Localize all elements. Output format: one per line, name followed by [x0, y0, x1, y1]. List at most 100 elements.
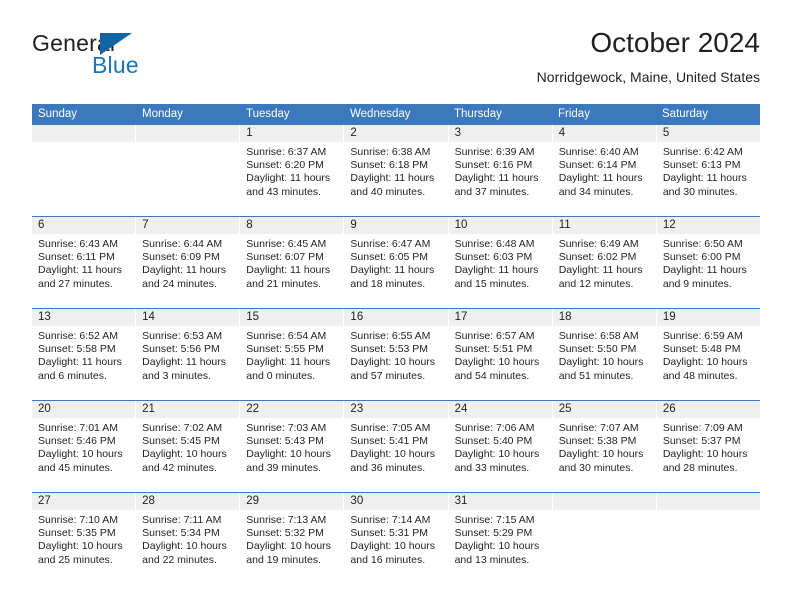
- day-number: 6: [32, 217, 136, 234]
- day-details: Sunrise: 6:44 AM Sunset: 6:09 PM Daylight:…: [136, 234, 239, 291]
- brand-logo[interactable]: General Blue: [32, 30, 232, 90]
- daylight-text: Daylight: 10 hours and 22 minutes.: [142, 540, 227, 566]
- calendar-week-row: 27 Sunrise: 7:10 AM Sunset: 5:35 PM Dayligh…: [32, 492, 760, 584]
- day-number: [656, 493, 760, 510]
- day-details: Sunrise: 6:49 AM Sunset: 6:02 PM Daylight:…: [553, 234, 656, 291]
- day-cell-empty: [656, 493, 760, 584]
- calendar-week-row: 20 Sunrise: 7:01 AM Sunset: 5:46 PM Dayligh…: [32, 400, 760, 492]
- day-details: Sunrise: 6:48 AM Sunset: 6:03 PM Daylight:…: [449, 234, 552, 291]
- sunrise-text: Sunrise: 7:13 AM: [246, 514, 327, 526]
- sunset-text: Sunset: 5:50 PM: [558, 343, 637, 356]
- day-cell-empty: [136, 125, 241, 216]
- daylight-text: Daylight: 11 hours and 0 minutes.: [246, 356, 331, 382]
- day-number: 7: [136, 217, 240, 234]
- day-cell[interactable]: 8 Sunrise: 6:45 AM Sunset: 6:07 PM Daylight…: [240, 217, 345, 308]
- sunrise-text: Sunrise: 6:44 AM: [142, 238, 223, 250]
- sunset-text: Sunset: 6:09 PM: [142, 251, 220, 264]
- day-number: 28: [136, 493, 240, 510]
- day-details: Sunrise: 6:47 AM Sunset: 6:05 PM Daylight:…: [344, 234, 447, 291]
- day-details: Sunrise: 6:58 AM Sunset: 5:50 PM Daylight:…: [553, 326, 656, 383]
- day-details: Sunrise: 6:43 AM Sunset: 6:11 PM Daylight:…: [32, 234, 135, 291]
- sunrise-text: Sunrise: 6:47 AM: [350, 238, 431, 250]
- day-details: Sunrise: 6:37 AM Sunset: 6:20 PM Daylight:…: [240, 142, 343, 199]
- sunrise-text: Sunrise: 7:05 AM: [350, 422, 431, 434]
- day-cell[interactable]: 10 Sunrise: 6:48 AM Sunset: 6:03 PM Dayligh…: [448, 217, 553, 308]
- day-cell[interactable]: 5 Sunrise: 6:42 AM Sunset: 6:13 PM Daylight…: [656, 125, 760, 216]
- day-cell[interactable]: 28 Sunrise: 7:11 AM Sunset: 5:34 PM Dayligh…: [136, 493, 241, 584]
- sunrise-text: Sunrise: 6:38 AM: [350, 146, 431, 158]
- day-cell[interactable]: 7 Sunrise: 6:44 AM Sunset: 6:09 PM Daylight…: [136, 217, 241, 308]
- day-cell[interactable]: 31 Sunrise: 7:15 AM Sunset: 5:29 PM Dayligh…: [448, 493, 553, 584]
- day-details: Sunrise: 6:40 AM Sunset: 6:14 PM Daylight:…: [553, 142, 656, 199]
- sunset-text: Sunset: 6:03 PM: [454, 251, 533, 264]
- day-cell[interactable]: 24 Sunrise: 7:06 AM Sunset: 5:40 PM Dayligh…: [448, 401, 553, 492]
- title-block: October 2024 Norridgewock, Maine, United…: [537, 26, 760, 86]
- daylight-text: Daylight: 10 hours and 28 minutes.: [662, 448, 748, 474]
- page-header: General Blue October 2024 Norridgewock, …: [32, 26, 760, 98]
- day-cell[interactable]: 4 Sunrise: 6:40 AM Sunset: 6:14 PM Daylight…: [552, 125, 657, 216]
- weekday-header-friday: Friday: [558, 108, 590, 120]
- day-cell[interactable]: 1 Sunrise: 6:37 AM Sunset: 6:20 PM Daylight…: [240, 125, 345, 216]
- day-cell[interactable]: 16 Sunrise: 6:55 AM Sunset: 5:53 PM Dayligh…: [344, 309, 449, 400]
- day-details: Sunrise: 6:39 AM Sunset: 6:16 PM Daylight:…: [449, 142, 552, 199]
- day-cell[interactable]: 3 Sunrise: 6:39 AM Sunset: 6:16 PM Daylight…: [448, 125, 553, 216]
- sunrise-text: Sunrise: 6:40 AM: [558, 146, 639, 158]
- day-number: 15: [240, 309, 344, 326]
- day-number: [552, 493, 656, 510]
- day-cell[interactable]: 2 Sunrise: 6:38 AM Sunset: 6:18 PM Daylight…: [344, 125, 449, 216]
- daylight-text: Daylight: 11 hours and 37 minutes.: [454, 172, 539, 198]
- sunset-text: Sunset: 5:38 PM: [558, 435, 637, 448]
- sunrise-text: Sunrise: 7:14 AM: [350, 514, 431, 526]
- day-number: 9: [344, 217, 448, 234]
- day-cell[interactable]: 25 Sunrise: 7:07 AM Sunset: 5:38 PM Dayligh…: [552, 401, 657, 492]
- day-cell[interactable]: 19 Sunrise: 6:59 AM Sunset: 5:48 PM Dayligh…: [656, 309, 760, 400]
- sunrise-text: Sunrise: 6:58 AM: [558, 330, 639, 342]
- page-subtitle: Norridgewock, Maine, United States: [536, 69, 760, 85]
- sunset-text: Sunset: 5:48 PM: [662, 343, 741, 356]
- day-number: 26: [656, 401, 760, 418]
- daylight-text: Daylight: 10 hours and 54 minutes.: [454, 356, 540, 382]
- day-cell[interactable]: 26 Sunrise: 7:09 AM Sunset: 5:37 PM Dayligh…: [656, 401, 760, 492]
- day-number: 17: [448, 309, 552, 326]
- day-details: Sunrise: 7:09 AM Sunset: 5:37 PM Daylight:…: [657, 418, 760, 475]
- day-cell[interactable]: 15 Sunrise: 6:54 AM Sunset: 5:55 PM Dayligh…: [240, 309, 345, 400]
- day-cell[interactable]: 20 Sunrise: 7:01 AM Sunset: 5:46 PM Dayligh…: [32, 401, 137, 492]
- sunrise-text: Sunrise: 6:55 AM: [350, 330, 431, 342]
- day-number: [136, 125, 240, 142]
- day-cell-empty: [552, 493, 657, 584]
- daylight-text: Daylight: 11 hours and 15 minutes.: [454, 264, 539, 290]
- day-cell[interactable]: 23 Sunrise: 7:05 AM Sunset: 5:41 PM Dayligh…: [344, 401, 449, 492]
- sunset-text: Sunset: 5:51 PM: [454, 343, 533, 356]
- day-details: Sunrise: 7:05 AM Sunset: 5:41 PM Daylight:…: [344, 418, 447, 475]
- day-cell[interactable]: 11 Sunrise: 6:49 AM Sunset: 6:02 PM Dayligh…: [552, 217, 657, 308]
- day-number: 5: [656, 125, 760, 142]
- day-cell[interactable]: 6 Sunrise: 6:43 AM Sunset: 6:11 PM Daylight…: [32, 217, 137, 308]
- day-cell[interactable]: 18 Sunrise: 6:58 AM Sunset: 5:50 PM Dayligh…: [552, 309, 657, 400]
- sunset-text: Sunset: 6:02 PM: [558, 251, 637, 264]
- day-cell[interactable]: 14 Sunrise: 6:53 AM Sunset: 5:56 PM Dayligh…: [136, 309, 241, 400]
- sunset-text: Sunset: 6:16 PM: [454, 159, 533, 172]
- day-cell[interactable]: 13 Sunrise: 6:52 AM Sunset: 5:58 PM Dayligh…: [32, 309, 137, 400]
- weekday-header-monday: Monday: [142, 108, 183, 120]
- day-cell[interactable]: 29 Sunrise: 7:13 AM Sunset: 5:32 PM Dayligh…: [240, 493, 345, 584]
- sunset-text: Sunset: 6:18 PM: [350, 159, 429, 172]
- calendar-weeks: 1 Sunrise: 6:37 AM Sunset: 6:20 PM Daylight…: [32, 125, 760, 584]
- daylight-text: Daylight: 10 hours and 19 minutes.: [246, 540, 331, 566]
- day-cell[interactable]: 12 Sunrise: 6:50 AM Sunset: 6:00 PM Dayligh…: [656, 217, 760, 308]
- sunset-text: Sunset: 5:35 PM: [38, 527, 116, 540]
- day-cell[interactable]: 30 Sunrise: 7:14 AM Sunset: 5:31 PM Dayligh…: [344, 493, 449, 584]
- sunset-text: Sunset: 5:31 PM: [350, 527, 429, 540]
- day-details: Sunrise: 6:53 AM Sunset: 5:56 PM Daylight:…: [136, 326, 239, 383]
- sunrise-text: Sunrise: 6:45 AM: [246, 238, 327, 250]
- day-number: 4: [552, 125, 656, 142]
- sunrise-text: Sunrise: 6:37 AM: [246, 146, 327, 158]
- day-cell[interactable]: 22 Sunrise: 7:03 AM Sunset: 5:43 PM Dayligh…: [240, 401, 345, 492]
- day-number: 16: [344, 309, 448, 326]
- day-number: 2: [344, 125, 448, 142]
- sunrise-text: Sunrise: 7:07 AM: [558, 422, 639, 434]
- day-details: Sunrise: 6:55 AM Sunset: 5:53 PM Daylight:…: [344, 326, 447, 383]
- day-cell[interactable]: 17 Sunrise: 6:57 AM Sunset: 5:51 PM Dayligh…: [448, 309, 553, 400]
- day-cell[interactable]: 27 Sunrise: 7:10 AM Sunset: 5:35 PM Dayligh…: [32, 493, 137, 584]
- day-cell[interactable]: 21 Sunrise: 7:02 AM Sunset: 5:45 PM Dayligh…: [136, 401, 241, 492]
- day-cell[interactable]: 9 Sunrise: 6:47 AM Sunset: 6:05 PM Daylight…: [344, 217, 449, 308]
